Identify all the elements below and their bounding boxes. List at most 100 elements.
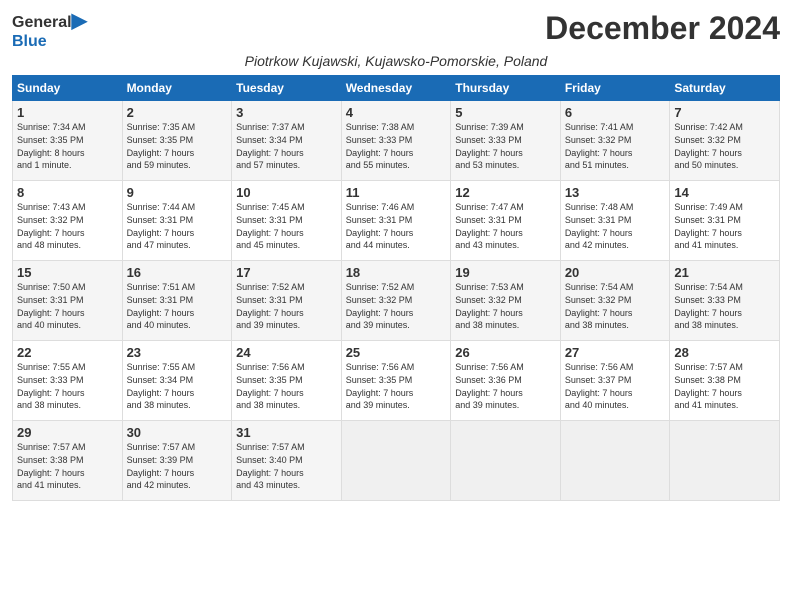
- calendar-cell: [341, 421, 451, 501]
- calendar-cell: 24Sunrise: 7:56 AM Sunset: 3:35 PM Dayli…: [232, 341, 342, 421]
- calendar-week-row: 15Sunrise: 7:50 AM Sunset: 3:31 PM Dayli…: [13, 261, 780, 341]
- calendar-table: Sunday Monday Tuesday Wednesday Thursday…: [12, 75, 780, 501]
- day-number: 23: [127, 345, 228, 360]
- day-number: 6: [565, 105, 666, 120]
- day-info: Sunrise: 7:37 AM Sunset: 3:34 PM Dayligh…: [236, 121, 337, 171]
- calendar-cell: 22Sunrise: 7:55 AM Sunset: 3:33 PM Dayli…: [13, 341, 123, 421]
- header: General▶ Blue December 2024: [12, 10, 780, 51]
- day-number: 26: [455, 345, 556, 360]
- day-number: 8: [17, 185, 118, 200]
- day-number: 1: [17, 105, 118, 120]
- day-number: 30: [127, 425, 228, 440]
- location: Piotrkow Kujawski, Kujawsko-Pomorskie, P…: [12, 53, 780, 69]
- day-number: 5: [455, 105, 556, 120]
- day-info: Sunrise: 7:53 AM Sunset: 3:32 PM Dayligh…: [455, 281, 556, 331]
- day-info: Sunrise: 7:55 AM Sunset: 3:33 PM Dayligh…: [17, 361, 118, 411]
- day-info: Sunrise: 7:57 AM Sunset: 3:38 PM Dayligh…: [674, 361, 775, 411]
- day-info: Sunrise: 7:56 AM Sunset: 3:37 PM Dayligh…: [565, 361, 666, 411]
- day-number: 29: [17, 425, 118, 440]
- day-info: Sunrise: 7:57 AM Sunset: 3:39 PM Dayligh…: [127, 441, 228, 491]
- calendar-week-row: 8Sunrise: 7:43 AM Sunset: 3:32 PM Daylig…: [13, 181, 780, 261]
- logo-text-line1: General: [12, 14, 72, 31]
- day-info: Sunrise: 7:46 AM Sunset: 3:31 PM Dayligh…: [346, 201, 447, 251]
- calendar-cell: 25Sunrise: 7:56 AM Sunset: 3:35 PM Dayli…: [341, 341, 451, 421]
- day-number: 14: [674, 185, 775, 200]
- calendar-week-row: 22Sunrise: 7:55 AM Sunset: 3:33 PM Dayli…: [13, 341, 780, 421]
- calendar-cell: 31Sunrise: 7:57 AM Sunset: 3:40 PM Dayli…: [232, 421, 342, 501]
- logo-text-line2: Blue: [12, 33, 87, 51]
- calendar-cell: [560, 421, 670, 501]
- day-number: 3: [236, 105, 337, 120]
- calendar-cell: 15Sunrise: 7:50 AM Sunset: 3:31 PM Dayli…: [13, 261, 123, 341]
- calendar-cell: 16Sunrise: 7:51 AM Sunset: 3:31 PM Dayli…: [122, 261, 232, 341]
- day-info: Sunrise: 7:55 AM Sunset: 3:34 PM Dayligh…: [127, 361, 228, 411]
- calendar-header-row: Sunday Monday Tuesday Wednesday Thursday…: [13, 76, 780, 101]
- day-number: 25: [346, 345, 447, 360]
- calendar-cell: [670, 421, 780, 501]
- calendar-cell: 23Sunrise: 7:55 AM Sunset: 3:34 PM Dayli…: [122, 341, 232, 421]
- day-info: Sunrise: 7:35 AM Sunset: 3:35 PM Dayligh…: [127, 121, 228, 171]
- calendar-week-row: 29Sunrise: 7:57 AM Sunset: 3:38 PM Dayli…: [13, 421, 780, 501]
- day-info: Sunrise: 7:48 AM Sunset: 3:31 PM Dayligh…: [565, 201, 666, 251]
- header-thursday: Thursday: [451, 76, 561, 101]
- calendar-cell: 26Sunrise: 7:56 AM Sunset: 3:36 PM Dayli…: [451, 341, 561, 421]
- calendar-cell: 27Sunrise: 7:56 AM Sunset: 3:37 PM Dayli…: [560, 341, 670, 421]
- day-info: Sunrise: 7:42 AM Sunset: 3:32 PM Dayligh…: [674, 121, 775, 171]
- day-number: 15: [17, 265, 118, 280]
- calendar-cell: 9Sunrise: 7:44 AM Sunset: 3:31 PM Daylig…: [122, 181, 232, 261]
- calendar-cell: 12Sunrise: 7:47 AM Sunset: 3:31 PM Dayli…: [451, 181, 561, 261]
- day-number: 21: [674, 265, 775, 280]
- day-number: 27: [565, 345, 666, 360]
- month-title: December 2024: [545, 10, 780, 47]
- logo-arrow-icon: ▶: [72, 10, 87, 32]
- day-number: 18: [346, 265, 447, 280]
- calendar-cell: 10Sunrise: 7:45 AM Sunset: 3:31 PM Dayli…: [232, 181, 342, 261]
- day-number: 24: [236, 345, 337, 360]
- day-info: Sunrise: 7:56 AM Sunset: 3:36 PM Dayligh…: [455, 361, 556, 411]
- day-info: Sunrise: 7:52 AM Sunset: 3:31 PM Dayligh…: [236, 281, 337, 331]
- calendar-cell: 6Sunrise: 7:41 AM Sunset: 3:32 PM Daylig…: [560, 101, 670, 181]
- day-number: 16: [127, 265, 228, 280]
- day-info: Sunrise: 7:38 AM Sunset: 3:33 PM Dayligh…: [346, 121, 447, 171]
- day-info: Sunrise: 7:44 AM Sunset: 3:31 PM Dayligh…: [127, 201, 228, 251]
- header-friday: Friday: [560, 76, 670, 101]
- calendar-cell: 13Sunrise: 7:48 AM Sunset: 3:31 PM Dayli…: [560, 181, 670, 261]
- header-wednesday: Wednesday: [341, 76, 451, 101]
- day-number: 7: [674, 105, 775, 120]
- calendar-cell: [451, 421, 561, 501]
- page-container: General▶ Blue December 2024 Piotrkow Kuj…: [0, 0, 792, 511]
- day-info: Sunrise: 7:52 AM Sunset: 3:32 PM Dayligh…: [346, 281, 447, 331]
- day-info: Sunrise: 7:41 AM Sunset: 3:32 PM Dayligh…: [565, 121, 666, 171]
- logo: General▶ Blue: [12, 10, 87, 51]
- day-number: 4: [346, 105, 447, 120]
- calendar-cell: 4Sunrise: 7:38 AM Sunset: 3:33 PM Daylig…: [341, 101, 451, 181]
- day-number: 12: [455, 185, 556, 200]
- day-info: Sunrise: 7:50 AM Sunset: 3:31 PM Dayligh…: [17, 281, 118, 331]
- day-info: Sunrise: 7:57 AM Sunset: 3:40 PM Dayligh…: [236, 441, 337, 491]
- day-number: 22: [17, 345, 118, 360]
- day-info: Sunrise: 7:54 AM Sunset: 3:33 PM Dayligh…: [674, 281, 775, 331]
- day-info: Sunrise: 7:39 AM Sunset: 3:33 PM Dayligh…: [455, 121, 556, 171]
- header-monday: Monday: [122, 76, 232, 101]
- calendar-cell: 30Sunrise: 7:57 AM Sunset: 3:39 PM Dayli…: [122, 421, 232, 501]
- day-info: Sunrise: 7:56 AM Sunset: 3:35 PM Dayligh…: [346, 361, 447, 411]
- day-number: 17: [236, 265, 337, 280]
- calendar-cell: 5Sunrise: 7:39 AM Sunset: 3:33 PM Daylig…: [451, 101, 561, 181]
- day-number: 2: [127, 105, 228, 120]
- day-info: Sunrise: 7:51 AM Sunset: 3:31 PM Dayligh…: [127, 281, 228, 331]
- calendar-week-row: 1Sunrise: 7:34 AM Sunset: 3:35 PM Daylig…: [13, 101, 780, 181]
- calendar-cell: 28Sunrise: 7:57 AM Sunset: 3:38 PM Dayli…: [670, 341, 780, 421]
- calendar-cell: 21Sunrise: 7:54 AM Sunset: 3:33 PM Dayli…: [670, 261, 780, 341]
- calendar-cell: 18Sunrise: 7:52 AM Sunset: 3:32 PM Dayli…: [341, 261, 451, 341]
- day-info: Sunrise: 7:43 AM Sunset: 3:32 PM Dayligh…: [17, 201, 118, 251]
- day-number: 11: [346, 185, 447, 200]
- calendar-cell: 11Sunrise: 7:46 AM Sunset: 3:31 PM Dayli…: [341, 181, 451, 261]
- day-number: 20: [565, 265, 666, 280]
- day-number: 19: [455, 265, 556, 280]
- header-saturday: Saturday: [670, 76, 780, 101]
- calendar-cell: 2Sunrise: 7:35 AM Sunset: 3:35 PM Daylig…: [122, 101, 232, 181]
- day-info: Sunrise: 7:54 AM Sunset: 3:32 PM Dayligh…: [565, 281, 666, 331]
- calendar-cell: 20Sunrise: 7:54 AM Sunset: 3:32 PM Dayli…: [560, 261, 670, 341]
- day-number: 13: [565, 185, 666, 200]
- calendar-cell: 19Sunrise: 7:53 AM Sunset: 3:32 PM Dayli…: [451, 261, 561, 341]
